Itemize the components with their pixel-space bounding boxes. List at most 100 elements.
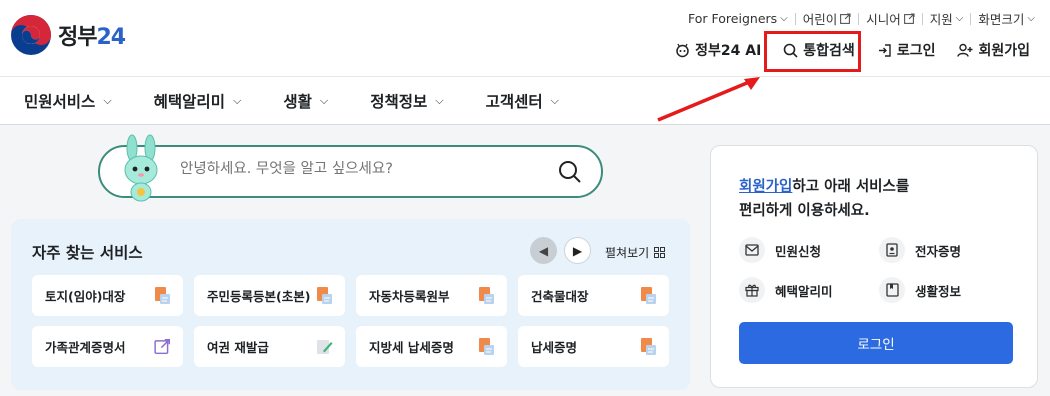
chevron-left-icon: ◀ [538, 243, 549, 258]
chevron-right-icon: ▶ [572, 243, 583, 258]
card-label: 지방세 납세증명 [369, 340, 454, 355]
chevron-down-icon: ⌵ [550, 93, 559, 107]
service-civil-application[interactable]: 민원신청 [739, 237, 821, 263]
add-user-icon [957, 43, 973, 57]
nav-item-label: 고객센터 [485, 92, 543, 111]
member-login-box: 회원가입하고 아래 서비스를 편리하게 이용하세요. 민원신청 전자증명 혜택알… [710, 145, 1038, 388]
document-icon [479, 287, 494, 304]
service-label: 생활정보 [915, 283, 962, 299]
join-link[interactable]: 회원가입 [957, 40, 1030, 60]
mascot-rabbit-icon [124, 134, 158, 202]
logo-text: 정부24 [58, 19, 126, 51]
taegeuk-logo-icon [10, 14, 52, 56]
login-link[interactable]: 로그인 [877, 40, 936, 60]
gov24-logo[interactable]: 정부24 [10, 14, 126, 56]
kids-link[interactable]: 어린이 [796, 9, 859, 28]
chevron-down-icon: ⌵ [103, 93, 112, 107]
search-input[interactable] [180, 161, 540, 177]
service-card-building-register[interactable]: 건축물대장 [518, 275, 669, 316]
external-link-icon [840, 13, 851, 24]
edit-icon [317, 340, 333, 354]
chevron-down-icon: ⌵ [435, 93, 444, 107]
zoom-label: 화면크기 [978, 12, 1025, 27]
utility-menu: For Foreigners ⌵ 어린이 시니어 지원 ⌵ 화면크기 ⌵ [681, 9, 1042, 28]
zoom-menu[interactable]: 화면크기 ⌵ [971, 9, 1042, 28]
gift-icon [739, 277, 765, 303]
nav-item-policy[interactable]: 정책정보 ⌵ [370, 90, 443, 112]
kids-label: 어린이 [802, 12, 838, 27]
join-promo-text: 회원가입하고 아래 서비스를 편리하게 이용하세요. [739, 175, 909, 223]
promo-line2: 편리하게 이용하세요. [739, 203, 870, 219]
promo-line1: 하고 아래 서비스를 [792, 179, 910, 195]
document-icon [641, 287, 656, 304]
chevron-down-icon: ⌵ [955, 13, 964, 24]
card-label: 자동차등록원부 [369, 289, 450, 304]
service-card-local-tax-certificate[interactable]: 지방세 납세증명 [356, 326, 507, 367]
document-icon [317, 287, 332, 304]
nav-item-label: 혜택알리미 [153, 92, 225, 111]
ai-chatbot-icon [676, 43, 689, 57]
nav-item-life[interactable]: 생활 ⌵ [283, 90, 328, 112]
nav-item-customer-center[interactable]: 고객센터 ⌵ [486, 90, 559, 112]
nav-item-label: 정책정보 [370, 92, 428, 111]
senior-label: 시니어 [866, 12, 901, 27]
search-icon[interactable] [557, 159, 583, 185]
external-link-icon [903, 13, 915, 24]
panel-title: 자주 찾는 서비스 [32, 244, 143, 262]
card-label: 여권 재발급 [207, 340, 269, 355]
mail-icon [739, 237, 765, 263]
service-card-passport-reissue[interactable]: 여권 재발급 [194, 326, 345, 367]
for-foreigners-menu[interactable]: For Foreigners ⌵ [681, 11, 795, 26]
support-menu[interactable]: 지원 ⌵ [923, 9, 971, 28]
card-label: 건축물대장 [531, 289, 589, 304]
expand-label: 펼쳐보기 [605, 246, 650, 260]
login-button[interactable]: 로그인 [739, 322, 1013, 364]
service-cards: 토지(임야)대장 주민등록등본(초본) 자동차등록원부 건축물대장 가족관계증명… [32, 275, 677, 367]
frequent-services-panel: 자주 찾는 서비스 ◀ ▶ 펼쳐보기 토지(임야)대장 주민등록등본(초본) 자… [11, 219, 690, 390]
main-search-bar [98, 145, 603, 198]
support-label: 지원 [929, 12, 953, 27]
prev-button[interactable]: ◀ [530, 237, 557, 264]
expand-button[interactable]: 펼쳐보기 [605, 244, 666, 261]
chevron-down-icon: ⌵ [1027, 13, 1035, 24]
card-label: 토지(임야)대장 [45, 289, 126, 304]
service-life-info[interactable]: 생활정보 [879, 277, 961, 303]
service-card-family-certificate[interactable]: 가족관계증명서 [32, 326, 183, 367]
header: 정부24 For Foreigners ⌵ 어린이 시니어 지원 ⌵ 화면크기 ⌵ 정… [0, 0, 1050, 76]
chevron-down-icon: ⌵ [319, 93, 329, 107]
gov24-ai-button[interactable]: 정부24 AI [675, 40, 761, 60]
chevron-down-icon: ⌵ [780, 13, 788, 24]
logo-name: 정부 [58, 25, 97, 50]
nav-item-label: 생활 [283, 92, 312, 111]
card-label: 납세증명 [531, 340, 578, 355]
chevron-down-icon: ⌵ [232, 93, 242, 107]
login-label: 로그인 [896, 43, 936, 59]
service-card-vehicle-register[interactable]: 자동차등록원부 [356, 275, 507, 316]
login-icon [878, 43, 891, 57]
nav-item-benefits[interactable]: 혜택알리미 ⌵ [154, 90, 242, 112]
service-benefits-alert[interactable]: 혜택알리미 [739, 277, 833, 303]
service-label: 민원신청 [775, 243, 822, 259]
service-e-certificate[interactable]: 전자증명 [879, 237, 961, 263]
annotation-arrow-icon [657, 77, 760, 122]
service-card-tax-certificate[interactable]: 납세증명 [518, 326, 669, 367]
next-button[interactable]: ▶ [564, 237, 591, 264]
for-foreigners-label: For Foreigners [688, 11, 778, 26]
document-icon [479, 338, 494, 355]
card-label: 가족관계증명서 [45, 340, 126, 355]
search-highlight-box [764, 31, 861, 72]
join-label: 회원가입 [978, 43, 1030, 59]
card-label: 주민등록등본(초본) [207, 289, 311, 304]
service-card-resident-registration[interactable]: 주민등록등본(초본) [194, 275, 345, 316]
certificate-icon [879, 237, 905, 263]
document-icon [641, 338, 656, 355]
service-card-land-register[interactable]: 토지(임야)대장 [32, 275, 183, 316]
nav-item-civil-services[interactable]: 민원서비스 ⌵ [24, 90, 112, 112]
join-link-inline[interactable]: 회원가입 [739, 179, 792, 195]
service-label: 전자증명 [915, 243, 962, 259]
book-icon [879, 277, 905, 303]
gov24-ai-label: 정부24 AI [695, 43, 762, 59]
senior-link[interactable]: 시니어 [859, 9, 922, 28]
nav-item-label: 민원서비스 [24, 92, 96, 111]
external-link-icon [154, 338, 171, 355]
